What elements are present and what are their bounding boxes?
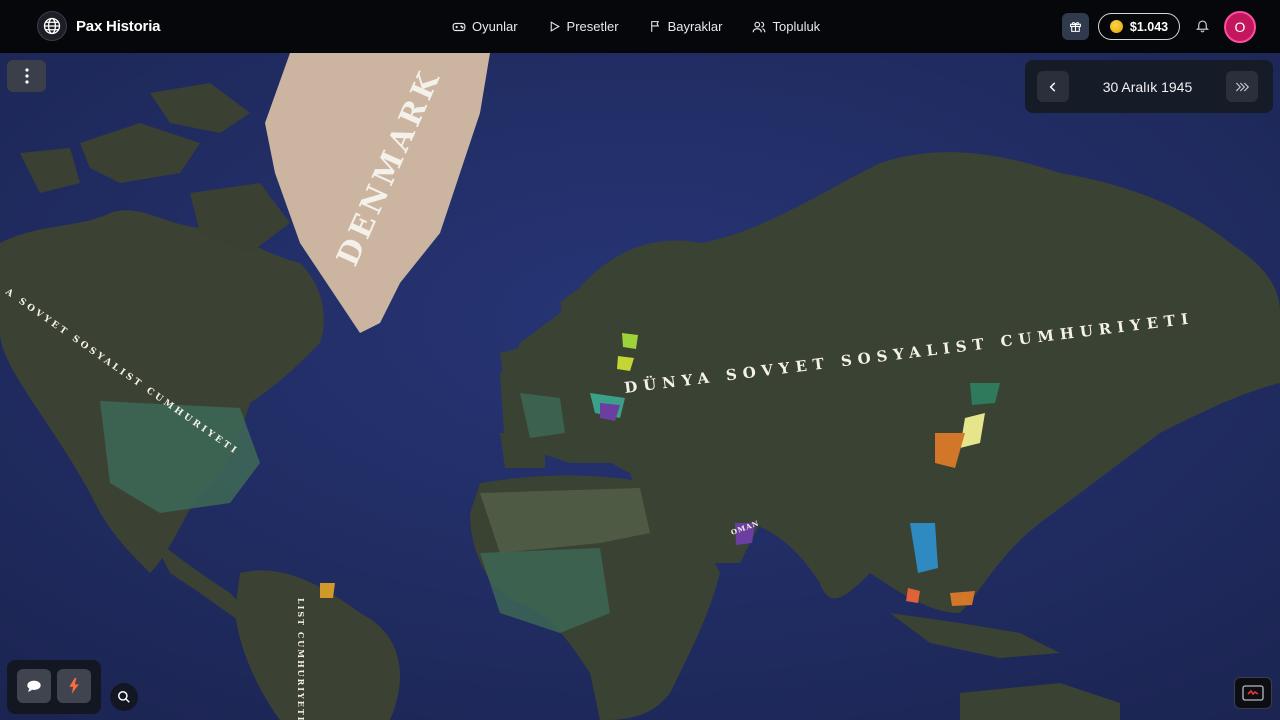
gift-icon xyxy=(1070,22,1081,32)
guiana-region xyxy=(320,583,335,598)
coin-icon xyxy=(1109,20,1123,33)
current-date: 30 Aralık 1945 xyxy=(1102,78,1193,95)
app-name: Pax Historia xyxy=(76,17,161,35)
baltic-region xyxy=(622,333,638,349)
nav-flags[interactable]: Bayraklar xyxy=(649,19,723,34)
brand[interactable]: Pax Historia xyxy=(37,11,161,41)
nav-flags-label: Bayraklar xyxy=(667,19,723,34)
flag-icon xyxy=(650,21,659,32)
previous-date-button[interactable] xyxy=(1037,71,1069,102)
main-nav: Oyunlar Presetler Bayraklar Topluluk xyxy=(452,0,850,53)
actions-button[interactable] xyxy=(57,669,91,703)
chevrons-right-icon xyxy=(1235,82,1250,91)
map-menu-button[interactable] xyxy=(7,60,46,92)
gift-button[interactable] xyxy=(1062,13,1089,40)
bolt-icon xyxy=(69,678,79,694)
map-canvas: DENMARK DÜNYA SOVYET SOSYALIST CUMHURIYE… xyxy=(0,53,1280,720)
avatar[interactable]: O xyxy=(1224,11,1256,43)
nav-presets[interactable]: Presetler xyxy=(548,19,619,34)
chat-button[interactable] xyxy=(17,669,51,703)
chat-icon xyxy=(27,680,41,692)
bottom-toolbar xyxy=(7,660,101,714)
coin-balance-value: $1.043 xyxy=(1129,19,1169,34)
avatar-initial: O xyxy=(1234,19,1246,35)
nav-community-label: Topluluk xyxy=(772,19,821,34)
iberia xyxy=(500,433,545,468)
nav-games[interactable]: Oyunlar xyxy=(452,19,518,34)
record-button[interactable] xyxy=(1234,677,1272,709)
chevron-left-icon xyxy=(1049,81,1056,92)
nav-games-label: Oyunlar xyxy=(472,19,518,34)
gamepad-icon xyxy=(452,22,466,31)
play-icon xyxy=(550,21,560,32)
coin-balance[interactable]: $1.043 xyxy=(1098,13,1180,40)
nav-presets-label: Presetler xyxy=(566,19,619,34)
advance-time-button[interactable] xyxy=(1226,71,1258,102)
map-search-button[interactable] xyxy=(110,683,138,711)
search-icon xyxy=(118,691,130,703)
top-navigation-bar: Pax Historia Oyunlar Presetler Bayraklar… xyxy=(0,0,1280,53)
borneo-region xyxy=(950,591,975,606)
nav-community[interactable]: Topluluk xyxy=(752,19,820,34)
bell-icon[interactable] xyxy=(1195,18,1210,38)
world-map[interactable]: DENMARK DÜNYA SOVYET SOSYALIST CUMHURIYE… xyxy=(0,53,1280,720)
more-vertical-icon xyxy=(24,68,29,84)
users-icon xyxy=(753,21,766,32)
timeline-panel: 30 Aralık 1945 xyxy=(1025,60,1273,113)
map-label-soviet-south: LIST CUMHURIYETI xyxy=(296,598,306,720)
globe-icon xyxy=(37,11,67,41)
record-icon xyxy=(1242,685,1264,701)
